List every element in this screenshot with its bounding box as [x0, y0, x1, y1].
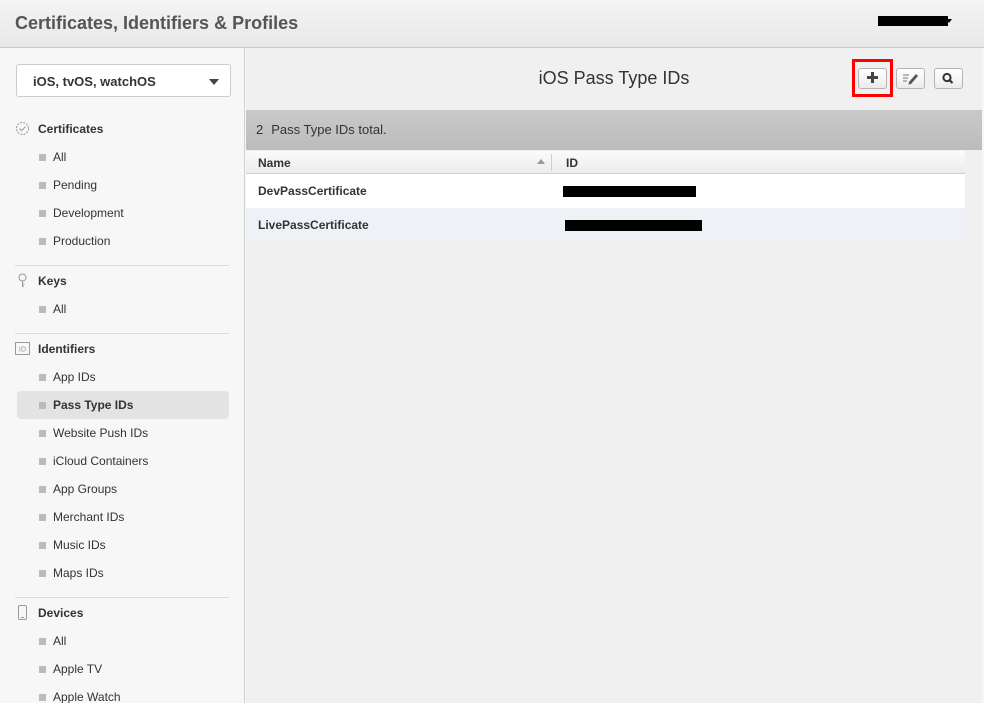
row-id-redacted: [565, 220, 702, 231]
sidebar-item-label: Website Push IDs: [53, 426, 149, 440]
sidebar-item-label: Development: [53, 206, 124, 220]
sidebar-item-development[interactable]: Development: [15, 199, 229, 227]
sidebar-item-music-ids[interactable]: Music IDs: [15, 531, 229, 559]
section-header-keys: Keys: [15, 267, 229, 295]
sidebar-item-pass-type-ids[interactable]: Pass Type IDs: [17, 391, 229, 419]
sidebar-item-label: App Groups: [53, 482, 118, 496]
sidebar-item-apple-watch[interactable]: Apple Watch: [15, 683, 229, 703]
chevron-down-icon: [209, 79, 219, 85]
edit-icon: [903, 74, 918, 85]
sidebar-item-merchant-ids[interactable]: Merchant IDs: [15, 503, 229, 531]
sidebar-item-maps-ids[interactable]: Maps IDs: [15, 559, 229, 587]
section-title: Keys: [38, 274, 67, 288]
section-title: Certificates: [38, 122, 104, 136]
section-header-devices: Devices: [15, 599, 229, 627]
bullet-icon: [39, 542, 46, 549]
sidebar-divider: [15, 333, 229, 334]
pass-type-ids-table: Name ID DevPassCertificate LivePassCerti…: [246, 151, 965, 242]
section-title: Devices: [38, 606, 84, 620]
sidebar-item-label: App IDs: [53, 370, 96, 384]
sidebar-item-label: Pass Type IDs: [53, 398, 134, 412]
bullet-icon: [39, 666, 46, 673]
sidebar-item-label: Apple Watch: [53, 690, 121, 703]
summary-bar: 2 Pass Type IDs total.: [246, 110, 982, 150]
sidebar-item-label: Pending: [53, 178, 98, 192]
bullet-icon: [39, 374, 46, 381]
sidebar-item-label: Maps IDs: [53, 566, 104, 580]
plus-icon: [867, 72, 878, 83]
total-count: 2: [256, 122, 264, 137]
sort-ascending-icon[interactable]: [537, 159, 545, 164]
top-bar: Certificates, Identifiers & Profiles: [0, 0, 984, 48]
column-header-id[interactable]: ID: [566, 156, 578, 170]
section-header-identifiers: ID Identifiers: [15, 335, 229, 363]
certificate-icon: [16, 122, 29, 135]
sidebar-item-website-push-ids[interactable]: Website Push IDs: [15, 419, 229, 447]
search-button[interactable]: [934, 68, 963, 89]
sidebar-item-certificates-all[interactable]: All: [15, 143, 229, 171]
sidebar-item-production[interactable]: Production: [15, 227, 229, 255]
bullet-icon: [39, 486, 46, 493]
sidebar-item-apple-tv[interactable]: Apple TV: [15, 655, 229, 683]
sidebar-item-label: Production: [53, 234, 111, 248]
bullet-icon: [39, 570, 46, 577]
row-id-redacted: [563, 186, 696, 197]
bullet-icon: [39, 638, 46, 645]
sidebar-divider: [15, 265, 229, 266]
section-devices: Devices All Apple TV Apple Watch: [15, 599, 229, 703]
column-separator: [551, 154, 552, 171]
table-row[interactable]: LivePassCertificate: [246, 208, 965, 242]
section-identifiers: ID Identifiers App IDs Pass Type IDs Web…: [15, 335, 229, 587]
column-header-name[interactable]: Name: [258, 156, 291, 170]
section-certificates: Certificates All Pending Development Pro…: [15, 115, 229, 255]
sidebar-item-app-ids[interactable]: App IDs: [15, 363, 229, 391]
sidebar-item-label: All: [53, 302, 67, 316]
search-icon: [942, 72, 954, 84]
id-icon: ID: [15, 342, 30, 355]
sidebar: iOS, tvOS, watchOS Certificates All Pend…: [0, 48, 245, 703]
key-icon: [18, 273, 27, 287]
edit-button[interactable]: [896, 68, 925, 89]
bullet-icon: [39, 182, 46, 189]
app-title: Certificates, Identifiers & Profiles: [15, 13, 299, 33]
sidebar-item-label: Merchant IDs: [53, 510, 125, 524]
account-name-redacted[interactable]: [878, 16, 948, 26]
account-dropdown-arrow-icon[interactable]: [946, 19, 952, 23]
platform-select-value: iOS, tvOS, watchOS: [33, 74, 156, 89]
sidebar-item-devices-all[interactable]: All: [15, 627, 229, 655]
bullet-icon: [39, 514, 46, 521]
platform-select[interactable]: iOS, tvOS, watchOS: [16, 64, 231, 97]
table-row[interactable]: DevPassCertificate: [246, 174, 965, 208]
svg-text:ID: ID: [19, 346, 26, 354]
sidebar-item-keys-all[interactable]: All: [15, 295, 229, 323]
sidebar-item-label: Apple TV: [53, 662, 103, 676]
bullet-icon: [39, 430, 46, 437]
bullet-icon: [39, 694, 46, 701]
sidebar-item-label: Music IDs: [53, 538, 106, 552]
bullet-icon: [39, 306, 46, 313]
section-header-certificates: Certificates: [15, 115, 229, 143]
sidebar-item-label: iCloud Containers: [53, 454, 149, 468]
row-name: LivePassCertificate: [258, 218, 369, 232]
device-icon: [18, 605, 27, 620]
section-keys: Keys All: [15, 267, 229, 323]
bullet-icon: [39, 238, 46, 245]
table-header: Name ID: [246, 151, 965, 174]
bullet-icon: [39, 402, 46, 409]
sidebar-item-icloud-containers[interactable]: iCloud Containers: [15, 447, 229, 475]
section-title: Identifiers: [38, 342, 96, 356]
sidebar-item-app-groups[interactable]: App Groups: [15, 475, 229, 503]
main-content: iOS Pass Type IDs 2 Pass Type IDs total. …: [246, 48, 982, 703]
bullet-icon: [39, 210, 46, 217]
bullet-icon: [39, 154, 46, 161]
sidebar-item-pending[interactable]: Pending: [15, 171, 229, 199]
bullet-icon: [39, 458, 46, 465]
add-button[interactable]: [858, 68, 887, 89]
sidebar-item-label: All: [53, 634, 67, 648]
sidebar-divider: [15, 597, 229, 598]
row-name: DevPassCertificate: [258, 184, 367, 198]
sidebar-item-label: All: [53, 150, 67, 164]
total-label: Pass Type IDs total.: [271, 122, 387, 137]
